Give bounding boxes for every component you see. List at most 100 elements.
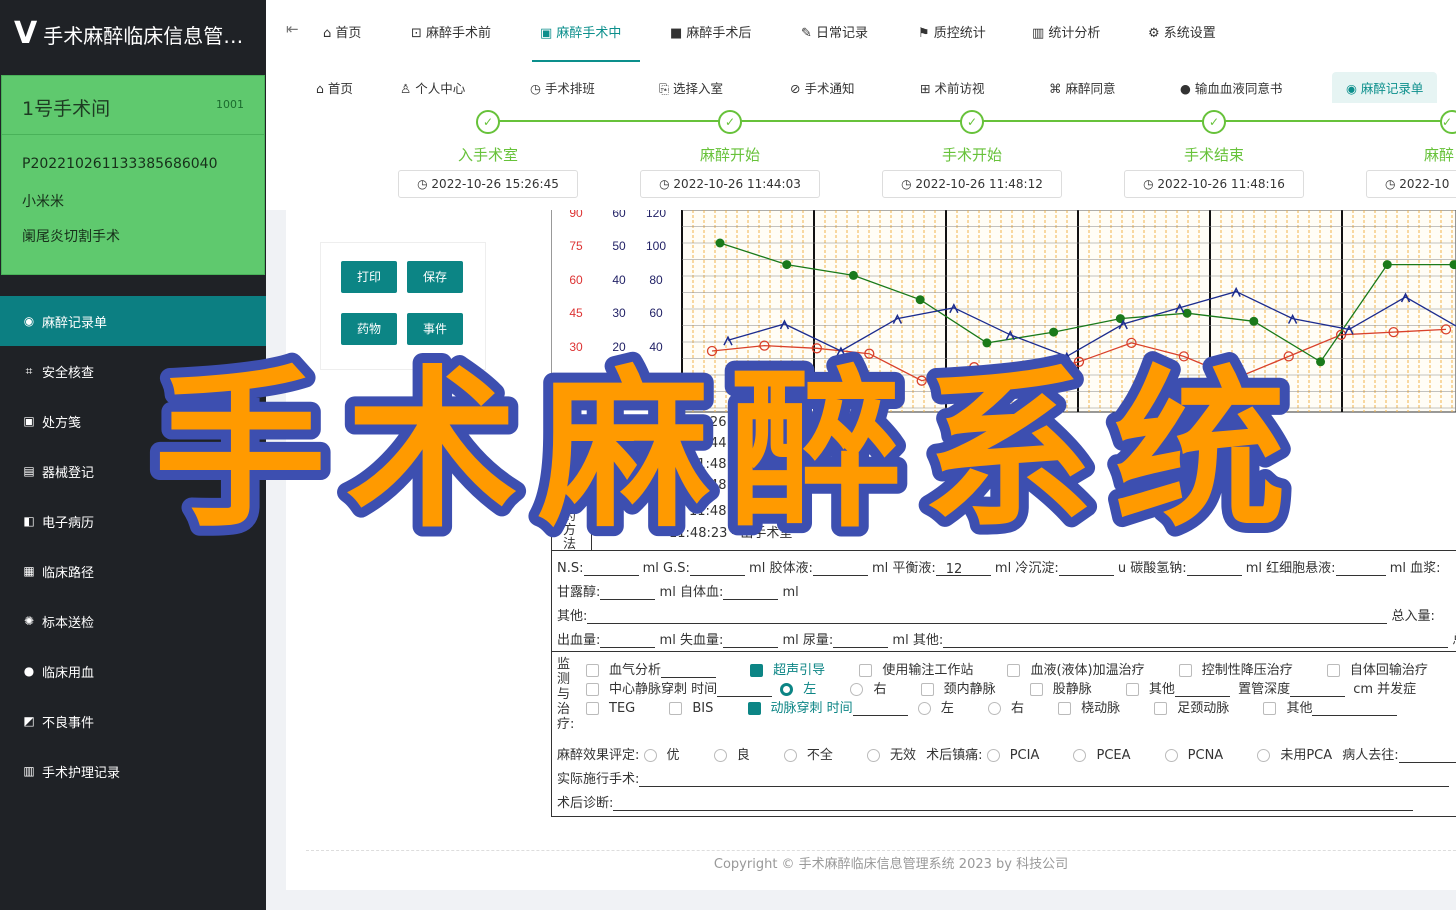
sidebar-item-nursing[interactable]: ▥ 手术护理记录: [0, 746, 266, 796]
teg-checkbox[interactable]: [586, 702, 599, 715]
output-other-field[interactable]: [943, 633, 1449, 648]
femoral-vein-checkbox[interactable]: [1029, 683, 1043, 696]
ns-field[interactable]: [583, 561, 639, 576]
other-field[interactable]: [587, 609, 1388, 624]
sidebar-item-blood[interactable]: ● 临床用血: [0, 646, 266, 696]
save-button[interactable]: 保存: [407, 261, 463, 293]
drug-button[interactable]: 药物: [341, 313, 397, 345]
subtab-anesthesia-record[interactable]: ◉ 麻醉记录单: [1332, 72, 1438, 103]
colloid-field[interactable]: [812, 561, 868, 576]
subtab-consent[interactable]: ⌘ 麻醉同意: [1049, 78, 1116, 97]
no-pca-radio[interactable]: [1257, 749, 1271, 762]
sidebar-item-prescription[interactable]: ▣ 处方笺: [0, 396, 266, 446]
rbc-field[interactable]: [1335, 561, 1386, 576]
cvc-left-radio[interactable]: [780, 683, 794, 696]
cvc-time-field[interactable]: [717, 682, 773, 697]
arterial-other-field[interactable]: [1312, 701, 1398, 716]
subtab-label: 手术通知: [804, 81, 855, 96]
sidebar-item-anesthesia-record[interactable]: ◉ 麻醉记录单: [0, 296, 266, 346]
sidebar-item-specimen[interactable]: ✺ 标本送检: [0, 596, 266, 646]
infusion-station-checkbox[interactable]: [859, 664, 873, 677]
radial-artery-checkbox[interactable]: [1058, 702, 1072, 715]
fluid-warming-checkbox[interactable]: [1007, 664, 1021, 677]
sidebar-item-instruments[interactable]: ▤ 器械登记: [0, 446, 266, 496]
schedule-icon: ◷: [530, 81, 545, 96]
effect-good-radio[interactable]: [713, 749, 727, 762]
blood-gas-checkbox[interactable]: [586, 664, 599, 677]
cvc-other-field[interactable]: [1174, 682, 1230, 697]
cvc-right-radio[interactable]: [850, 683, 864, 696]
tab-pre-op[interactable]: ⊡ 麻醉手术前: [411, 22, 491, 41]
operating-room-card[interactable]: 1号手术间 1001 P20221026113338568604​0 小米米 阑…: [1, 75, 265, 275]
print-button[interactable]: 打印: [341, 261, 397, 293]
ultrasound-checkbox[interactable]: [750, 664, 764, 677]
step-time-field[interactable]: ◷ 2022-10-26 11:44:03: [640, 170, 820, 198]
internal-jugular-checkbox[interactable]: [920, 683, 934, 696]
bicarb-field[interactable]: [1186, 561, 1242, 576]
autologous-field[interactable]: [723, 585, 779, 600]
tab-home[interactable]: ⌂ 首页: [323, 22, 361, 41]
y-axis-tick-label: 40: [649, 340, 663, 354]
tab-qc-stats[interactable]: ⚑ 质控统计: [918, 22, 986, 41]
arterial-time-field[interactable]: [852, 701, 908, 716]
controlled-hypotension-checkbox[interactable]: [1178, 664, 1192, 677]
pcia-radio[interactable]: [986, 749, 1000, 762]
cvc-checkbox[interactable]: [586, 683, 599, 696]
subtab-profile[interactable]: ♙ 个人中心: [400, 78, 465, 97]
tab-post-op[interactable]: ■ 麻醉手术后: [670, 22, 751, 41]
tab-in-op[interactable]: ▣ 麻醉手术中: [540, 22, 621, 41]
step-time-field[interactable]: ◷ 2022-10-26 11:48:16: [1124, 170, 1304, 198]
autotransfusion-checkbox[interactable]: [1326, 664, 1340, 677]
tab-settings[interactable]: ⚙ 系统设置: [1148, 22, 1216, 41]
cryo-field[interactable]: [1058, 561, 1114, 576]
arterial-left-radio[interactable]: [917, 702, 931, 715]
checkbox-label: 足颈动脉: [1177, 701, 1230, 716]
actual-operation-field[interactable]: [639, 772, 1450, 787]
pcea-radio[interactable]: [1073, 749, 1087, 762]
subtab-home[interactable]: ⌂ 首页: [316, 78, 353, 97]
bis-checkbox[interactable]: [669, 702, 683, 715]
blood-loss-field[interactable]: [723, 633, 779, 648]
arterial-puncture-checkbox[interactable]: [747, 702, 761, 715]
postop-diagnosis-field[interactable]: [613, 796, 1414, 811]
effect-ineffective-radio[interactable]: [867, 749, 880, 762]
collapse-menu-icon[interactable]: ⇤: [286, 20, 299, 38]
arterial-right-radio[interactable]: [987, 702, 1001, 715]
timeline-event: 11:48:23 - 出手术室: [669, 526, 793, 541]
step-time-field[interactable]: ◷ 2022-10-26 15:26:45: [398, 170, 578, 198]
app-logo[interactable]: V 手术麻醉临床信息管理系统: [14, 14, 254, 54]
destination-field[interactable]: [1398, 748, 1456, 763]
subtab-notice[interactable]: ⊘ 手术通知: [790, 78, 854, 97]
urine-field[interactable]: [833, 633, 889, 648]
balance-field[interactable]: 12: [935, 562, 991, 577]
gs-field[interactable]: [689, 561, 745, 576]
effect-incomplete-radio[interactable]: [783, 749, 797, 762]
depth-field[interactable]: [1290, 682, 1346, 697]
cvc-other-checkbox[interactable]: [1125, 683, 1139, 696]
data-point-green-dot: [982, 338, 992, 348]
tab-analytics[interactable]: ▥ 统计分析: [1032, 22, 1100, 41]
tab-label: 麻醉手术后: [686, 26, 752, 41]
step-time-field[interactable]: ◷ 2022-10-26 11:48:12: [882, 170, 1062, 198]
sidebar-item-safety-check[interactable]: ⌗ 安全核查: [0, 346, 266, 396]
sidebar-item-adverse-event[interactable]: ◩ 不良事件: [0, 696, 266, 746]
tab-daily-record[interactable]: ✎ 日常记录: [801, 22, 868, 41]
pcna-radio[interactable]: [1164, 749, 1178, 762]
bleeding-field[interactable]: [600, 633, 656, 648]
blood-gas-field[interactable]: [661, 663, 717, 678]
subtab-transfusion-consent[interactable]: ● 输血血液同意书: [1180, 78, 1282, 97]
y-axis-tick-label: 120: [646, 210, 666, 220]
subtab-schedule[interactable]: ◷ 手术排班: [530, 78, 595, 97]
checkbox-label: 桡动脉: [1081, 701, 1121, 716]
effect-excellent-radio[interactable]: [643, 749, 657, 762]
subtab-select-room[interactable]: ⎘ 选择入室: [659, 78, 723, 97]
output-other-label: ml 其他:: [892, 633, 944, 648]
step-time-field[interactable]: ◷ 2022-10: [1366, 170, 1456, 198]
sidebar-item-clinical-pathway[interactable]: ▦ 临床路径: [0, 546, 266, 596]
dorsalis-artery-checkbox[interactable]: [1154, 702, 1168, 715]
event-button[interactable]: 事件: [407, 313, 463, 345]
mannitol-field[interactable]: [600, 585, 656, 600]
arterial-other-checkbox[interactable]: [1263, 702, 1277, 715]
subtab-pre-visit[interactable]: ⊞ 术前访视: [920, 78, 984, 97]
sidebar-item-emr[interactable]: ◧ 电子病历: [0, 496, 266, 546]
